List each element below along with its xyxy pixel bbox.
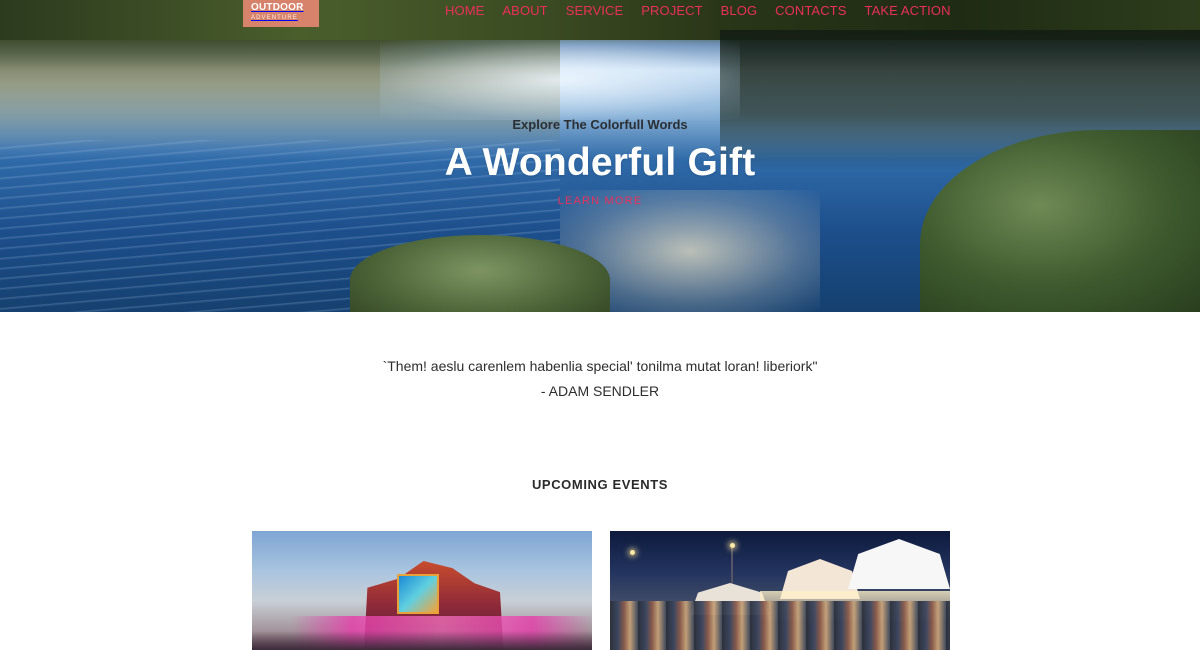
nav-item-take-action[interactable]: TAKE ACTION xyxy=(865,3,951,18)
event-card-night-market-image[interactable] xyxy=(610,531,950,650)
hero-title: A Wonderful Gift xyxy=(444,141,756,184)
hero-subtitle: Explore The Colorfull Words xyxy=(512,117,688,132)
nav-item-project[interactable]: PROJECT xyxy=(641,3,702,18)
main-navigation: HOME ABOUT SERVICE PROJECT BLOG CONTACTS… xyxy=(445,3,969,18)
learn-more-link[interactable]: LEARN MORE xyxy=(555,195,645,207)
nav-item-contacts[interactable]: CONTACTS xyxy=(775,3,846,18)
nav-item-about[interactable]: ABOUT xyxy=(502,3,547,18)
festival-stage-screen xyxy=(397,574,439,614)
event-card-festival-image[interactable] xyxy=(252,531,592,650)
site-logo[interactable]: OUTDOOR ADVENTURE xyxy=(243,0,319,27)
hero-banner: Explore The Colorfull Words A Wonderful … xyxy=(0,0,1200,312)
upcoming-events-heading: UPCOMING EVENTS xyxy=(531,477,669,492)
hero-sky-reflection xyxy=(380,40,740,120)
logo-line-2: ADVENTURE xyxy=(251,15,298,21)
testimonial-quote: `Them! aeslu carenlem habenlia special' … xyxy=(382,358,818,374)
street-lamp xyxy=(730,543,735,548)
nav-item-blog[interactable]: BLOG xyxy=(721,3,758,18)
street-lamp xyxy=(630,550,635,555)
market-stalls xyxy=(610,601,950,650)
nav-item-service[interactable]: SERVICE xyxy=(566,3,624,18)
nav-item-home[interactable]: HOME xyxy=(445,3,484,18)
logo-line-1: OUTDOOR xyxy=(251,2,304,13)
festival-crowd xyxy=(252,631,592,650)
testimonial-author: - ADAM SENDLER xyxy=(540,383,660,399)
market-tent xyxy=(848,539,950,589)
